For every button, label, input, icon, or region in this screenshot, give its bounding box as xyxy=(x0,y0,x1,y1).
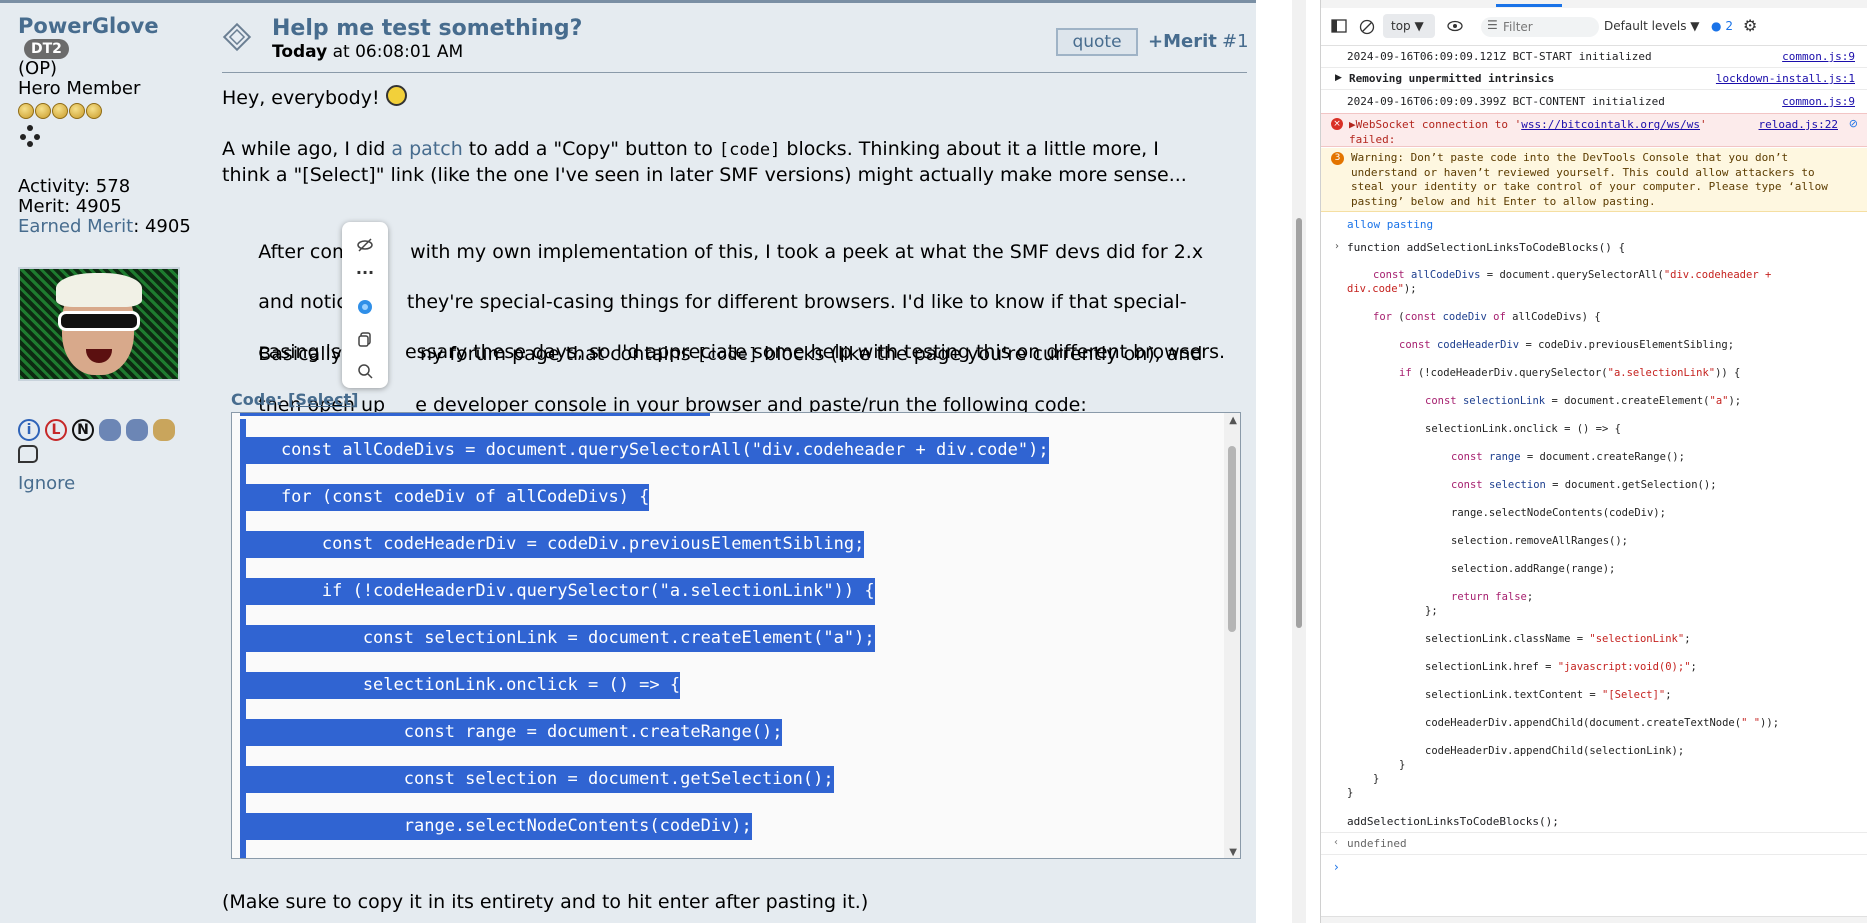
code-line: const selection = document.getSelection(… xyxy=(240,766,834,793)
code-line: const range = document.createRange(); xyxy=(240,719,783,746)
dots-icon xyxy=(18,124,42,149)
issues-badge[interactable]: ● 2 xyxy=(1711,19,1733,33)
page-scroll-thumb[interactable] xyxy=(1296,218,1302,628)
info-icon[interactable]: i xyxy=(18,418,40,441)
tab-console[interactable] xyxy=(1496,4,1562,7)
post-divider xyxy=(222,72,1247,73)
scroll-up-icon[interactable]: ▲ xyxy=(1229,415,1237,426)
console-warning-entry: 3 Warning: Don’t paste code into the Dev… xyxy=(1321,148,1867,212)
chevron-right-icon: › xyxy=(1335,241,1339,252)
quote-button[interactable]: quote xyxy=(1056,28,1138,56)
profile-icons: iLN xyxy=(18,418,208,467)
search-icon[interactable] xyxy=(342,356,388,386)
devtools-tabs xyxy=(1321,0,1867,8)
users-icon[interactable] xyxy=(153,418,175,441)
ignore-link[interactable]: Ignore xyxy=(18,473,208,494)
expand-arrow-icon[interactable]: ▶ xyxy=(1335,73,1342,83)
remove-user-icon[interactable] xyxy=(126,418,148,441)
patch-link[interactable]: a patch xyxy=(391,138,462,160)
message-icon[interactable] xyxy=(18,444,38,463)
code-line: for (const codeDiv of allCodeDivs) { xyxy=(240,484,650,511)
network-icon[interactable]: N xyxy=(72,418,94,441)
dt-badge: DT2 xyxy=(24,38,69,59)
post-title[interactable]: Help me test something? xyxy=(272,16,582,41)
post-date: Today at 06:08:01 AM xyxy=(272,42,464,62)
code-scroll-thumb[interactable] xyxy=(1228,446,1236,632)
poster-earned-merit: Earned Merit: 4905 xyxy=(18,215,208,237)
code-select-link[interactable]: [Select] xyxy=(288,390,358,409)
earned-merit-link[interactable]: Earned Merit xyxy=(18,216,133,237)
hide-toolbar-icon[interactable] xyxy=(342,230,388,260)
poster-merit: Merit: 4905 xyxy=(18,195,122,217)
merit-button[interactable]: +Merit xyxy=(1148,31,1217,52)
forum-pane: PowerGloveDT2 (OP) Hero Member Activity:… xyxy=(0,0,1256,923)
code-line: selectionLink.onclick = () => { xyxy=(240,672,681,699)
sidebar-toggle-icon[interactable] xyxy=(1331,19,1347,33)
poster-activity: Activity: 578 xyxy=(18,175,131,197)
console-error-entry: × ▶WebSocket connection to 'wss://bitcoi… xyxy=(1321,113,1867,147)
source-link[interactable]: common.js:9 xyxy=(1782,95,1855,108)
add-user-icon[interactable] xyxy=(99,418,121,441)
filter-input[interactable]: Filter xyxy=(1481,17,1599,37)
scroll-down-icon[interactable]: ▼ xyxy=(1229,847,1237,858)
poster-profile: PowerGloveDT2 (OP) Hero Member Activity:… xyxy=(18,14,208,494)
result-arrow-icon: ‹ xyxy=(1334,837,1338,848)
devtools-panel: top ▼ Filter ☰ Default levels ▼ ● 2 ⚙ 20… xyxy=(1320,0,1867,923)
smiley-icon xyxy=(385,85,407,106)
chevron-down-icon: ▼ xyxy=(1690,19,1700,33)
clear-console-icon[interactable] xyxy=(1359,19,1375,35)
post-paragraph-greeting: Hey, everybody! xyxy=(222,85,1252,111)
websocket-url-link[interactable]: wss://bitcointalk.org/ws/ws xyxy=(1521,118,1700,131)
copy-icon[interactable] xyxy=(342,324,388,354)
source-link[interactable]: lockdown-install.js:1 xyxy=(1716,72,1855,85)
drawer-bar xyxy=(1321,916,1867,923)
copilot-icon[interactable] xyxy=(342,292,388,322)
code-line: range.selectNodeContents(codeDiv); xyxy=(240,813,752,840)
chevron-down-icon: ▼ xyxy=(1414,19,1424,33)
more-options-icon[interactable]: ··· xyxy=(342,262,388,292)
topic-icon xyxy=(222,22,252,52)
earned-merit-value: : 4905 xyxy=(133,215,191,237)
post-paragraph-patch: A while ago, I did a patch to add a "Cop… xyxy=(222,138,1187,186)
selection-mini-toolbar: ··· xyxy=(342,222,388,388)
context-select[interactable]: top ▼ xyxy=(1383,14,1435,38)
code-line: const codeHeaderDiv = codeDiv.previousEl… xyxy=(240,531,865,558)
warning-count-badge: 3 xyxy=(1331,152,1344,165)
prompt-chevron-icon: › xyxy=(1334,860,1339,874)
live-expression-icon[interactable] xyxy=(1447,19,1463,33)
rank-coins-icon xyxy=(18,102,208,121)
avatar xyxy=(18,266,180,381)
poster-rank: Hero Member xyxy=(18,77,141,99)
issues-icon: ● xyxy=(1711,19,1722,33)
settings-gear-icon[interactable]: ⚙ xyxy=(1743,16,1757,35)
source-link[interactable]: common.js:9 xyxy=(1782,50,1855,63)
forum-top-border xyxy=(0,0,1256,3)
code-line: const selectionLink = document.createEle… xyxy=(240,625,875,652)
post-footer-note: (Make sure to copy it in its entirety an… xyxy=(222,891,869,913)
source-link[interactable]: reload.js:22 xyxy=(1759,118,1838,131)
filter-icon: ☰ xyxy=(1487,18,1498,32)
trust-icon[interactable]: L xyxy=(45,418,67,441)
code-scrollbar[interactable]: ▲ ▼ xyxy=(1224,413,1240,858)
code-line: if (!codeHeaderDiv.querySelector("a.sele… xyxy=(240,578,875,605)
error-icon: × xyxy=(1331,118,1343,130)
log-levels-select[interactable]: Default levels ▼ xyxy=(1604,19,1700,33)
expand-arrow-icon[interactable]: ▶ xyxy=(1349,118,1356,131)
op-label: (OP) xyxy=(18,57,58,79)
selection-highlight xyxy=(240,413,710,416)
console-toolbar: top ▼ Filter ☰ Default levels ▼ ● 2 ⚙ xyxy=(1321,8,1867,46)
insights-icon[interactable]: ⊘ xyxy=(1849,117,1858,130)
code-line: const allCodeDivs = document.querySelect… xyxy=(240,437,1049,464)
poster-name-link[interactable]: PowerGlove xyxy=(18,14,159,38)
page-scrollbar[interactable] xyxy=(1292,0,1306,923)
code-header: Code: [Select] xyxy=(231,390,359,409)
post-number-link[interactable]: #1 xyxy=(1222,31,1249,52)
code-block[interactable]: const allCodeDivs = document.querySelect… xyxy=(231,412,1241,859)
